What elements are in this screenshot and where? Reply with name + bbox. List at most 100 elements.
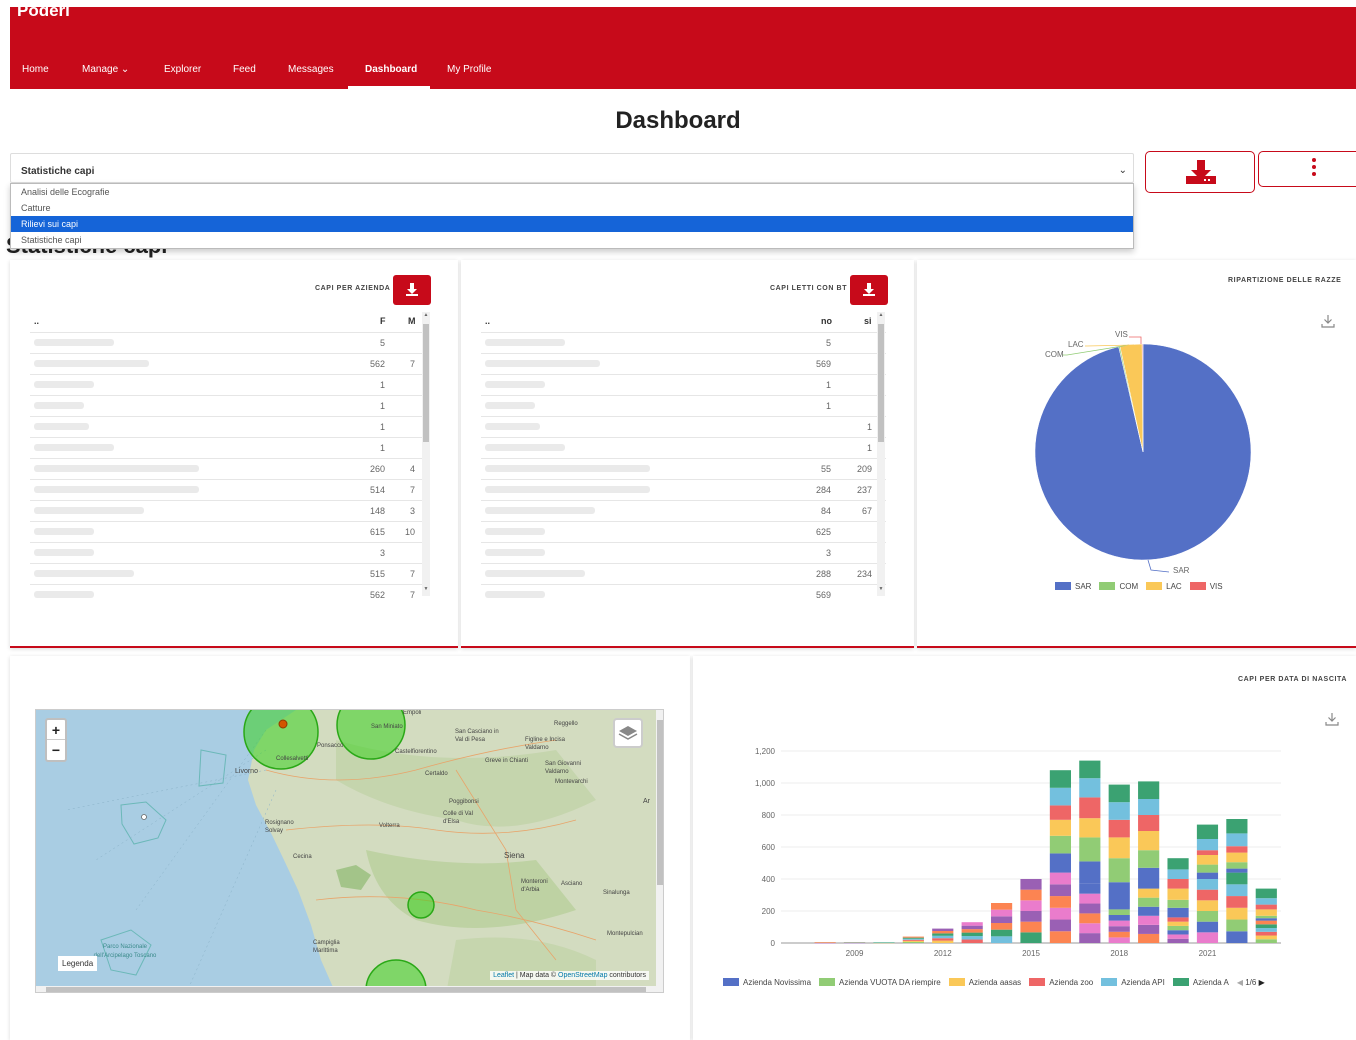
bar-segment[interactable]	[1138, 781, 1160, 799]
bar-segment[interactable]	[1255, 928, 1277, 932]
bar-segment[interactable]	[1049, 907, 1071, 920]
bar-segment[interactable]	[1196, 839, 1219, 851]
zoom-out-button[interactable]: −	[47, 740, 65, 760]
bar-segment[interactable]	[1226, 846, 1248, 853]
bar-segment[interactable]	[991, 929, 1013, 937]
download-button[interactable]	[850, 275, 888, 305]
bar-segment[interactable]	[1138, 933, 1160, 943]
bar-segment[interactable]	[1108, 920, 1130, 927]
bar-segment[interactable]	[932, 940, 954, 943]
bar-segment[interactable]	[1108, 858, 1130, 883]
bar-segment[interactable]	[1226, 919, 1248, 932]
bar-segment[interactable]	[902, 938, 924, 940]
bar-segment[interactable]	[1196, 921, 1219, 933]
legend-prev-page-icon[interactable]: ◀	[1237, 978, 1245, 987]
bar-segment[interactable]	[1049, 819, 1071, 836]
bar-segment[interactable]	[1226, 833, 1248, 847]
legend-item[interactable]: Azienda Novissima	[723, 978, 811, 987]
bar-segment[interactable]	[902, 937, 924, 939]
nav-item-my-profile[interactable]: My Profile	[447, 63, 491, 89]
bar-segment[interactable]	[1167, 899, 1189, 908]
bar-segment[interactable]	[1138, 888, 1160, 898]
bar-segment[interactable]	[961, 922, 983, 926]
legend-item[interactable]: Azienda A	[1172, 978, 1229, 987]
bar-segment[interactable]	[1138, 850, 1160, 868]
bar-segment[interactable]	[1167, 930, 1189, 935]
bar-segment[interactable]	[932, 935, 954, 939]
bar-segment[interactable]	[1167, 858, 1189, 870]
bar-segment[interactable]	[932, 938, 954, 941]
select-option[interactable]: Catture	[11, 200, 1133, 216]
bar-segment[interactable]	[1020, 921, 1042, 933]
bar-segment[interactable]	[1226, 896, 1248, 908]
nav-item-explorer[interactable]: Explorer	[164, 63, 201, 89]
bar-segment[interactable]	[1196, 864, 1219, 873]
bar-segment[interactable]	[991, 923, 1013, 930]
bar-segment[interactable]	[1167, 921, 1189, 926]
bar-segment[interactable]	[1226, 884, 1248, 897]
bar-segment[interactable]	[1226, 819, 1248, 834]
bar-segment[interactable]	[1196, 855, 1219, 865]
bar-segment[interactable]	[1108, 882, 1130, 910]
bar-segment[interactable]	[1079, 923, 1101, 934]
select-option[interactable]: Statistiche capi	[11, 232, 1133, 248]
bar-segment[interactable]	[1138, 924, 1160, 934]
bar-segment[interactable]	[1138, 897, 1160, 907]
legend-item[interactable]: Azienda VUOTA DA riempire	[819, 978, 941, 987]
osm-link[interactable]: OpenStreetMap	[558, 972, 607, 979]
zoom-in-button[interactable]: +	[47, 720, 65, 740]
download-icon[interactable]	[1325, 712, 1339, 726]
bar-segment[interactable]	[1049, 787, 1071, 806]
bar-segment[interactable]	[1167, 917, 1189, 922]
bar-segment[interactable]	[1020, 889, 1042, 901]
bar-segment[interactable]	[1108, 909, 1130, 915]
bar-segment[interactable]	[1226, 868, 1248, 873]
bar-segment[interactable]	[1196, 824, 1219, 839]
bar-segment[interactable]	[961, 932, 983, 937]
bar-segment[interactable]	[1049, 872, 1071, 885]
bar-segment[interactable]	[814, 942, 836, 943]
bar-segment[interactable]	[1049, 805, 1071, 820]
bar-segment[interactable]	[1079, 837, 1101, 862]
bar-segment[interactable]	[1255, 920, 1277, 925]
bar-segment[interactable]	[1138, 799, 1160, 815]
bar-segment[interactable]	[902, 936, 924, 938]
bar-segment[interactable]	[1167, 925, 1189, 931]
bar-segment[interactable]	[1049, 853, 1071, 873]
nav-item-home[interactable]: Home	[22, 63, 49, 89]
bar-segment[interactable]	[961, 929, 983, 933]
bar-segment[interactable]	[1226, 862, 1248, 869]
bar-segment[interactable]	[1138, 815, 1160, 831]
bar-segment[interactable]	[1079, 883, 1101, 894]
bar-segment[interactable]	[932, 933, 954, 936]
nav-item-dashboard[interactable]: Dashboard	[348, 63, 430, 89]
bar-segment[interactable]	[1196, 850, 1219, 855]
bar-segment[interactable]	[1020, 932, 1042, 943]
bar-segment[interactable]	[1255, 918, 1277, 921]
bar-segment[interactable]	[991, 916, 1013, 923]
bar-segment[interactable]	[1049, 770, 1071, 788]
bar-segment[interactable]	[1255, 898, 1277, 905]
nav-item-feed[interactable]: Feed	[233, 63, 256, 89]
bar-segment[interactable]	[902, 941, 924, 943]
bar-segment[interactable]	[1167, 938, 1189, 943]
bar-segment[interactable]	[1255, 931, 1277, 936]
bar-segment[interactable]	[991, 936, 1013, 943]
table-scrollbar[interactable]: ▲ ▼	[877, 312, 885, 596]
bar-segment[interactable]	[1108, 937, 1130, 943]
bar-segment[interactable]	[1196, 872, 1219, 879]
bar-segment[interactable]	[1255, 904, 1277, 910]
legend-item-lac[interactable]: LAC	[1146, 582, 1182, 591]
bar-segment[interactable]	[1167, 879, 1189, 889]
bar-segment[interactable]	[902, 939, 924, 941]
bar-segment[interactable]	[1079, 778, 1101, 798]
map-scrollbar-vertical[interactable]	[656, 710, 663, 986]
more-options-button[interactable]	[1258, 151, 1356, 187]
bar-segment[interactable]	[1167, 934, 1189, 939]
bar-segment[interactable]	[1079, 760, 1101, 779]
bar-segment[interactable]	[932, 931, 954, 934]
bar-segment[interactable]	[1108, 837, 1130, 859]
brand-logo[interactable]: Poderi	[17, 1, 70, 21]
bar-segment[interactable]	[1049, 835, 1071, 854]
download-all-button[interactable]	[1145, 151, 1255, 193]
